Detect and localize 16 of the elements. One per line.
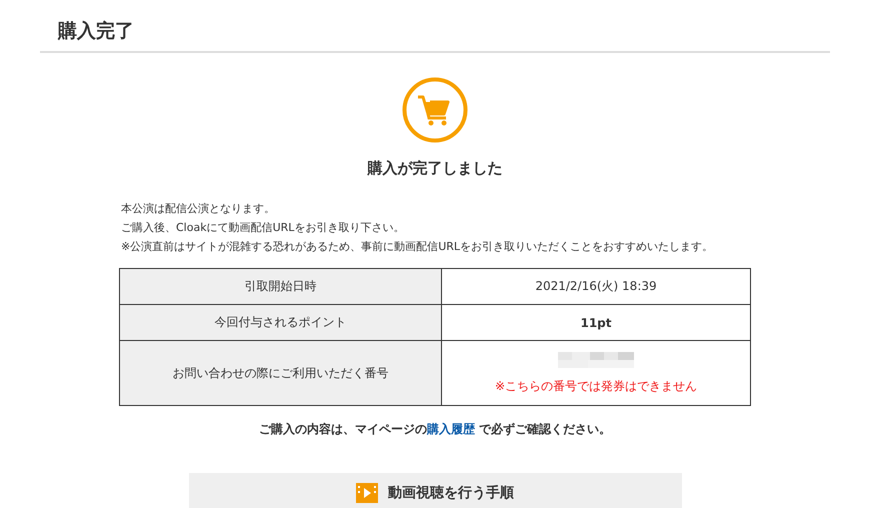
- notice-text: ご購入後、Cloakにて動画配信URLをお引き取り下さい。: [121, 220, 404, 236]
- video-icon: [356, 483, 378, 503]
- warning-text: ※こちらの番号では発券はできません: [494, 378, 698, 394]
- panel-title: 動画視聴を行う手順: [388, 484, 514, 502]
- table-header-cell: 引取開始日時: [120, 268, 442, 304]
- notice-text: 本公演は配信公演となります。: [121, 201, 275, 217]
- purchase-history-link[interactable]: 購入履歴: [426, 422, 475, 436]
- table-cell: 11pt: [442, 304, 750, 340]
- table-header-cell: 今回付与されるポイント: [120, 304, 442, 340]
- cart-icon: [402, 77, 468, 143]
- notice-text: ※公演直前はサイトが混雑する恐れがあるため、事前に動画配信URLをお引き取りいただくことをおすすめいたします。: [121, 239, 714, 255]
- table-header-cell: お問い合わせの際にご利用いただく番号: [120, 340, 442, 406]
- page-title: 購入完了: [58, 19, 134, 43]
- table-cell: 2021/2/16(火) 18:39: [442, 268, 750, 304]
- completion-heading: 購入が完了しました: [368, 158, 502, 179]
- confirm-text: ご購入の内容は、マイページの購入履歴 で必ずご確認ください。: [258, 421, 612, 437]
